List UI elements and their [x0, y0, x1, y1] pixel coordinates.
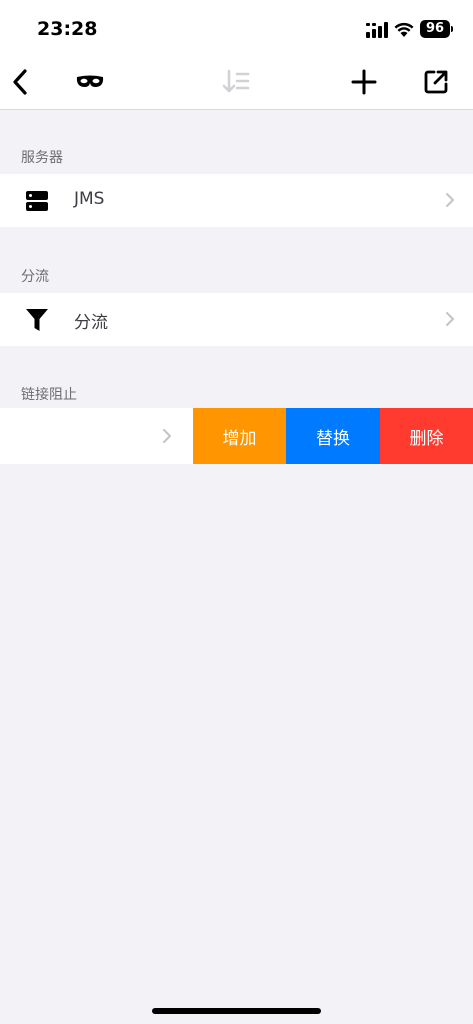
back-icon	[13, 69, 27, 95]
cellular-signal-icon	[366, 22, 388, 38]
wifi-icon	[394, 22, 414, 37]
section-header-routing: 分流	[21, 269, 49, 285]
back-button[interactable]	[4, 66, 36, 98]
battery-indicator: 96	[420, 20, 453, 38]
section-header-link-block: 链接阻止	[21, 387, 77, 403]
incognito-button[interactable]	[74, 66, 106, 98]
chevron-right-icon	[446, 193, 454, 207]
home-indicator[interactable]	[152, 1008, 321, 1014]
top-bar: 23:28 96	[0, 0, 473, 110]
delete-action-button[interactable]: 删除	[380, 408, 473, 464]
server-row[interactable]: JMS	[0, 174, 473, 227]
add-icon	[351, 69, 377, 95]
filter-funnel-icon	[24, 307, 50, 333]
sort-button[interactable]	[220, 66, 252, 98]
server-icon	[24, 188, 50, 214]
share-button[interactable]	[420, 66, 452, 98]
server-row-label: JMS	[74, 189, 105, 209]
chevron-right-icon	[446, 312, 454, 326]
add-button[interactable]	[348, 66, 380, 98]
section-header-server: 服务器	[21, 150, 63, 166]
share-icon	[424, 70, 448, 94]
routing-row[interactable]: 分流	[0, 293, 473, 346]
add-action-button[interactable]: 增加	[193, 408, 286, 464]
incognito-mask-icon	[76, 75, 104, 87]
sort-icon	[222, 69, 250, 93]
screen: 23:28 96 服务器 JMS 分流 分流 链接阻止 增加 替换 删除	[0, 0, 473, 1024]
status-time: 23:28	[37, 18, 98, 40]
link-block-row[interactable]: 增加 替换 删除	[0, 408, 473, 464]
chevron-right-icon	[163, 429, 171, 443]
routing-row-label: 分流	[74, 313, 108, 333]
replace-action-button[interactable]: 替换	[286, 408, 380, 464]
